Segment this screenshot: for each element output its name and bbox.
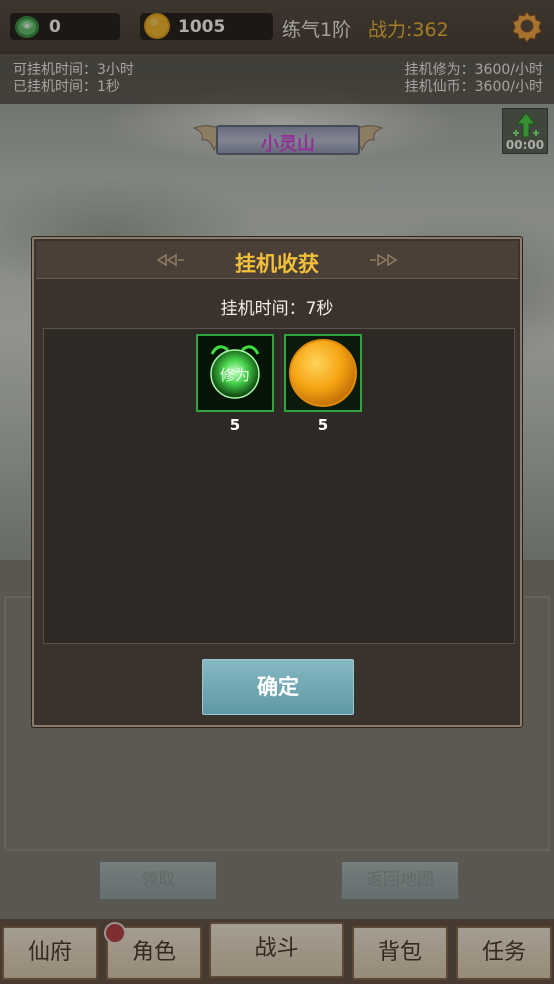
afk-reward-dialog: 挂机收获 挂机时间：7秒 修为 5 5 确定 (32, 237, 522, 727)
dialog-title: 挂机收获 (235, 252, 319, 276)
afk-duration: 挂机时间：7秒 (220, 299, 334, 319)
reward-item[interactable]: 修为 5 (196, 334, 274, 434)
dialog-header: 挂机收获 (36, 241, 518, 279)
reward-list: 修为 5 5 (43, 328, 515, 644)
reward-slot: 修为 (196, 334, 274, 412)
reward-slot (284, 334, 362, 412)
right-ornament-icon (370, 253, 398, 267)
reward-item[interactable]: 5 (284, 334, 362, 434)
reward-count: 5 (229, 416, 241, 434)
confirm-button[interactable]: 确定 (202, 659, 354, 715)
reward-count: 5 (317, 416, 329, 434)
gold-coin-icon (286, 336, 360, 410)
cultivation-orb-icon: 修为 (198, 336, 272, 410)
orb-label: 修为 (220, 366, 250, 384)
